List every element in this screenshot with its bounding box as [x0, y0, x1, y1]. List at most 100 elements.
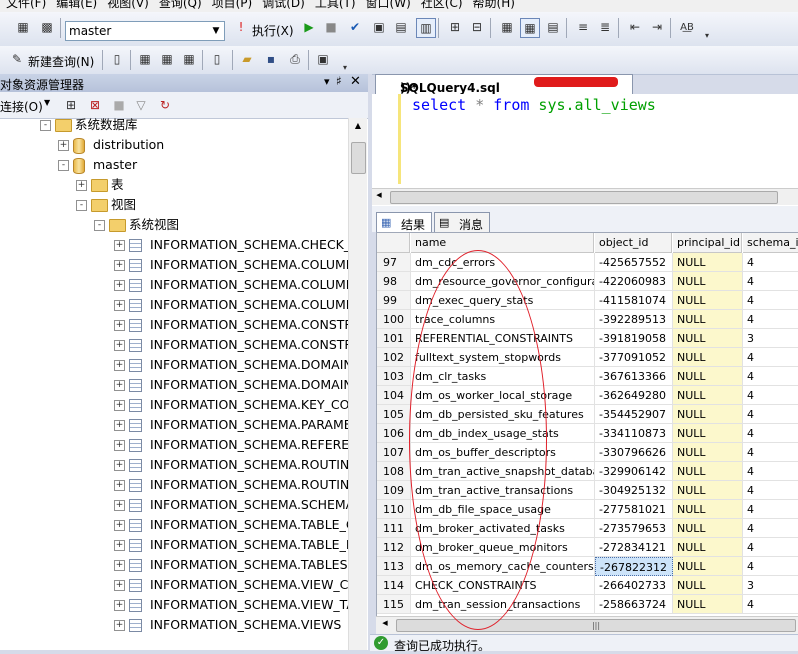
table-cell[interactable]: -425657552 — [595, 253, 673, 272]
table-cell[interactable]: -329906142 — [595, 462, 673, 481]
table-cell[interactable]: 4 — [743, 253, 798, 272]
table-cell[interactable]: -277581021 — [595, 500, 673, 519]
menu-item[interactable]: 窗口(W) — [360, 0, 415, 12]
table-cell[interactable]: 4 — [743, 367, 798, 386]
table-cell[interactable]: NULL — [673, 253, 743, 272]
tab-messages[interactable]: ▤ 消息 — [434, 212, 490, 233]
table-cell[interactable]: NULL — [673, 443, 743, 462]
xmla-query-icon[interactable]: ▯ — [208, 50, 226, 68]
object-explorer-scrollbar[interactable]: ▲ — [348, 118, 367, 650]
menu-item[interactable]: 调试(D) — [256, 0, 309, 12]
table-cell[interactable]: -334110873 — [595, 424, 673, 443]
row-number[interactable]: 103 — [377, 367, 411, 386]
expand-icon[interactable]: + — [114, 240, 125, 251]
menu-item[interactable]: 帮助(H) — [467, 0, 519, 12]
table-cell[interactable]: 4 — [743, 291, 798, 310]
table-cell[interactable]: NULL — [673, 500, 743, 519]
tree-node[interactable]: + INFORMATION_SCHEMA.TABLES — [0, 555, 348, 575]
expand-icon[interactable]: + — [114, 560, 125, 571]
tree-node[interactable]: + INFORMATION_SCHEMA.SCHEMA — [0, 495, 348, 515]
table-cell[interactable]: 4 — [743, 405, 798, 424]
row-number[interactable]: 113 — [377, 557, 411, 576]
table-cell[interactable]: 4 — [743, 519, 798, 538]
table-cell[interactable]: -266402733 — [595, 576, 673, 595]
tree-node[interactable]: + INFORMATION_SCHEMA.KEY_COL — [0, 395, 348, 415]
expand-icon[interactable]: + — [114, 360, 125, 371]
menu-item[interactable]: 视图(V) — [101, 0, 153, 12]
tree-node[interactable]: + INFORMATION_SCHEMA.TABLE_P — [0, 535, 348, 555]
tree-node[interactable]: + INFORMATION_SCHEMA.CHECK_C — [0, 235, 348, 255]
disconnect-object-explorer-icon[interactable]: ⊠ — [86, 96, 104, 114]
table-cell[interactable]: 3 — [743, 576, 798, 595]
row-number[interactable]: 105 — [377, 405, 411, 424]
menu-item[interactable]: 工具(T) — [309, 0, 360, 12]
refresh-icon[interactable]: ↻ — [156, 96, 174, 114]
toolbar-overflow-icon[interactable]: ▾ — [698, 26, 716, 44]
tree-node[interactable]: + INFORMATION_SCHEMA.TABLE_C — [0, 515, 348, 535]
new-query-icon[interactable]: ✎ — [8, 50, 26, 68]
tree-node[interactable]: + INFORMATION_SCHEMA.VIEWS — [0, 615, 348, 635]
expand-icon[interactable]: + — [114, 580, 125, 591]
table-cell[interactable]: NULL — [673, 462, 743, 481]
expand-icon[interactable]: + — [114, 440, 125, 451]
uncomment-icon[interactable]: ≣ — [596, 18, 614, 36]
row-number[interactable]: 101 — [377, 329, 411, 348]
collapse-icon[interactable]: - — [40, 120, 51, 131]
tree-node[interactable]: + INFORMATION_SCHEMA.COLUMI — [0, 255, 348, 275]
tree-node[interactable]: + INFORMATION_SCHEMA.DOMAIN — [0, 355, 348, 375]
table-cell[interactable]: NULL — [673, 576, 743, 595]
tree-node[interactable]: + distribution — [0, 135, 348, 155]
expand-icon[interactable]: + — [114, 520, 125, 531]
row-number[interactable]: 100 — [377, 310, 411, 329]
table-cell[interactable]: NULL — [673, 291, 743, 310]
expand-icon[interactable]: + — [114, 280, 125, 291]
table-cell[interactable]: -367613366 — [595, 367, 673, 386]
pin-icon[interactable]: ▾ — [324, 75, 330, 88]
results-to-text-icon[interactable]: ▦ — [498, 18, 516, 36]
tree-node[interactable]: + INFORMATION_SCHEMA.COLUMI — [0, 275, 348, 295]
auto-hide-icon[interactable]: ♯ — [336, 74, 342, 88]
table-cell[interactable]: NULL — [673, 538, 743, 557]
close-icon[interactable]: ✕ — [350, 74, 361, 89]
table-cell[interactable]: 4 — [743, 557, 798, 576]
table-cell[interactable]: 4 — [743, 272, 798, 291]
collapse-icon[interactable]: - — [94, 220, 105, 231]
table-cell[interactable]: 4 — [743, 500, 798, 519]
table-cell[interactable]: -362649280 — [595, 386, 673, 405]
expand-icon[interactable]: + — [114, 600, 125, 611]
collapse-icon[interactable]: - — [58, 160, 69, 171]
tree-node[interactable]: - 系统数据库 — [0, 118, 348, 135]
tree-node[interactable]: + 表 — [0, 175, 348, 195]
disconnect-icon[interactable]: ▩ — [38, 18, 56, 36]
new-query-button[interactable]: 新建查询(N) — [28, 53, 94, 70]
debug-icon[interactable]: ▶ — [300, 18, 318, 36]
specify-values-icon[interactable]: A͟B — [678, 18, 696, 36]
expand-icon[interactable]: + — [114, 420, 125, 431]
table-cell[interactable]: -392289513 — [595, 310, 673, 329]
table-cell[interactable]: -304925132 — [595, 481, 673, 500]
table-cell[interactable]: 4 — [743, 348, 798, 367]
scroll-up-icon[interactable]: ▲ — [349, 118, 367, 134]
row-number[interactable]: 99 — [377, 291, 411, 310]
grid-horizontal-scrollbar[interactable]: ◀ ||| — [376, 616, 798, 634]
tree-node[interactable]: - 视图 — [0, 195, 348, 215]
expand-icon[interactable]: + — [114, 540, 125, 551]
table-cell[interactable]: NULL — [673, 310, 743, 329]
tree-node[interactable]: + INFORMATION_SCHEMA.CONSTR — [0, 335, 348, 355]
row-number[interactable]: 114 — [377, 576, 411, 595]
row-number[interactable]: 108 — [377, 462, 411, 481]
decrease-indent-icon[interactable]: ⇤ — [626, 18, 644, 36]
open-file-icon[interactable]: ▰ — [238, 50, 256, 68]
menu-item[interactable]: 查询(Q) — [153, 0, 206, 12]
row-number[interactable]: 97 — [377, 253, 411, 272]
table-cell[interactable]: -411581074 — [595, 291, 673, 310]
results-to-grid-icon[interactable]: ▥ — [416, 18, 436, 38]
chevron-down-icon[interactable]: ▼ — [44, 98, 50, 107]
table-cell[interactable]: NULL — [673, 329, 743, 348]
row-number[interactable]: 107 — [377, 443, 411, 462]
table-cell[interactable]: -391819058 — [595, 329, 673, 348]
table-cell[interactable]: -330796626 — [595, 443, 673, 462]
table-cell[interactable]: 4 — [743, 386, 798, 405]
row-number[interactable]: 109 — [377, 481, 411, 500]
tree-node[interactable]: + INFORMATION_SCHEMA.VIEW_CO — [0, 575, 348, 595]
